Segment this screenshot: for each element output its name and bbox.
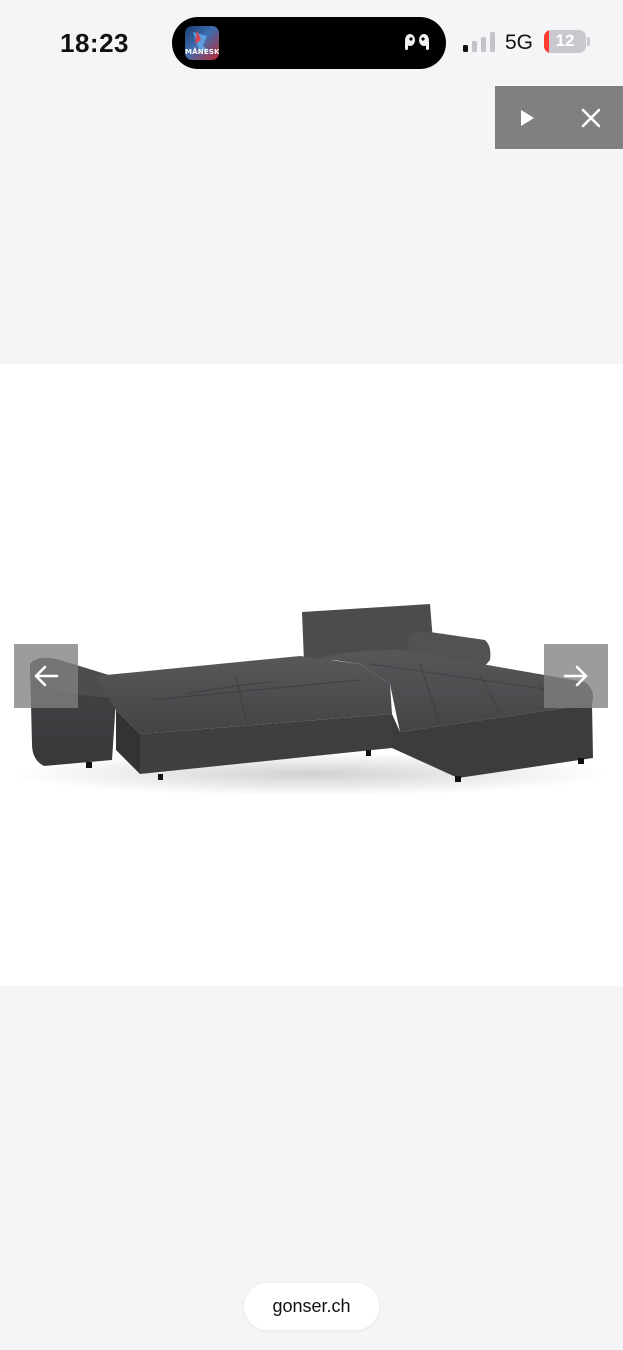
ad-controls <box>495 86 623 149</box>
dynamic-island[interactable]: MÅNESKIN <box>172 17 446 69</box>
browser-page: 18:23 MÅNESKIN <box>0 0 623 1350</box>
gallery-next-button[interactable] <box>544 644 608 708</box>
battery-icon: 12 <box>544 30 586 53</box>
network-type: 5G <box>505 31 534 54</box>
airpods-icon <box>405 34 429 50</box>
arrow-right-icon <box>563 665 588 687</box>
status-time: 18:23 <box>60 28 129 58</box>
play-button[interactable] <box>495 86 559 149</box>
battery-tip <box>587 37 590 46</box>
status-bar: 18:23 MÅNESKIN <box>0 0 623 86</box>
gallery-prev-button[interactable] <box>14 644 78 708</box>
url-text: gonser.ch <box>272 1296 351 1316</box>
url-bar[interactable]: gonser.ch <box>244 1283 379 1330</box>
product-image-gallery <box>0 364 623 986</box>
close-button[interactable] <box>559 86 623 149</box>
album-art-icon[interactable]: MÅNESKIN <box>185 26 219 60</box>
play-icon <box>521 109 534 126</box>
close-icon <box>581 108 601 127</box>
album-art-label: MÅNESKIN <box>185 48 219 56</box>
cellular-signal-icon <box>463 32 495 52</box>
sofa-product-image[interactable] <box>0 364 623 986</box>
battery-level: 12 <box>555 31 575 50</box>
arrow-left-icon <box>34 665 59 687</box>
